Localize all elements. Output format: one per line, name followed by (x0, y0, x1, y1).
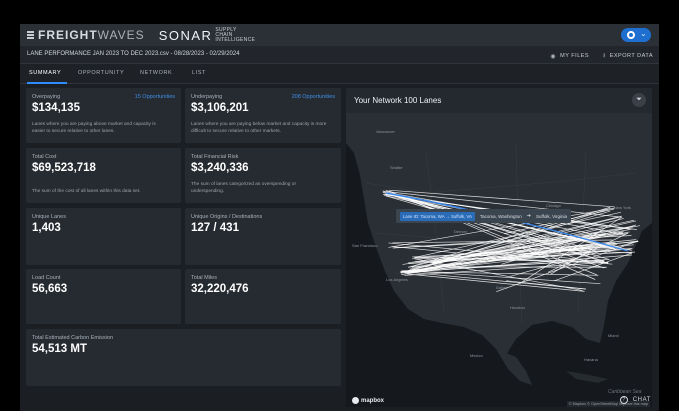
city-label: Chicago (546, 203, 561, 208)
eye-icon: ◉ (550, 53, 557, 60)
tooltip-origin: Tacoma, Washington (479, 213, 522, 219)
tab-network[interactable]: NETWORK (140, 70, 172, 76)
card-label: Underpaying (191, 94, 223, 100)
report-bar: LANE PERFORMANCE JAN 2023 TO DEC 2023.cs… (20, 46, 659, 64)
map-title: Your Network 100 Lanes (354, 96, 442, 105)
card-description: The sum of the cost of all lanes within … (32, 189, 141, 194)
help-icon: ? (619, 396, 628, 404)
card-overpaying[interactable]: Overpaying 15 Opportunities $134,135 Lan… (26, 88, 181, 143)
city-label: Houston (510, 305, 525, 310)
city-label: Vancouver (376, 129, 395, 134)
card-total-cost: Total Cost $69,523,718 The sum of the co… (26, 148, 181, 203)
mapbox-logo[interactable]: mapbox (352, 397, 384, 404)
tab-summary[interactable]: SUMMARY (29, 70, 61, 76)
top-bar: FREIGHTWAVES SONAR SUPPLY CHAIN INTELLIG… (20, 24, 659, 46)
chevron-down-icon: ⌄ (640, 29, 647, 38)
app-window: FREIGHTWAVES SONAR SUPPLY CHAIN INTELLIG… (20, 24, 659, 411)
export-data-label: EXPORT DATA (609, 53, 653, 59)
card-total-miles: Total Miles 32,220,476 (185, 269, 341, 324)
chat-button[interactable]: ? CHAT (619, 396, 651, 404)
card-carbon-emission: Total Estimated Carbon Emission 54,513 M… (26, 329, 341, 386)
card-description: Lanes where you are paying below market … (191, 122, 327, 134)
user-icon (627, 31, 635, 39)
card-value: $134,135 (32, 102, 80, 114)
report-title: LANE PERFORMANCE JAN 2023 TO DEC 2023.cs… (27, 51, 240, 57)
city-label: Mexico (470, 353, 483, 358)
card-value: $69,523,718 (32, 162, 96, 174)
card-label: Total Financial Risk (191, 154, 239, 160)
my-files-button[interactable]: ◉ MY FILES (550, 51, 589, 61)
city-label: Dallas (496, 285, 507, 290)
tab-list[interactable]: LIST (192, 70, 206, 76)
network-map[interactable]: Your Network 100 Lanes ⏷ Vancouver Seatt… (346, 88, 652, 407)
map-canvas[interactable]: Vancouver Seattle San Francisco Los Ange… (346, 113, 652, 407)
card-value: 127 / 431 (191, 222, 239, 234)
active-tab-indicator (27, 82, 67, 84)
card-label: Total Estimated Carbon Emission (32, 335, 114, 341)
overpaying-opportunities-link[interactable]: 15 Opportunities (135, 94, 175, 100)
brand-name: FREIGHTWAVES (38, 28, 145, 42)
filter-icon[interactable]: ⏷ (632, 93, 646, 107)
card-label: Overpaying (32, 94, 61, 100)
lane-tooltip: Lane ID: Tacoma, WA → Suffolk, VA Tacoma… (396, 209, 572, 223)
card-value: $3,106,201 (191, 102, 249, 114)
city-label: Los Angeles (386, 277, 408, 282)
chat-label: CHAT (632, 397, 651, 403)
card-label: Load Count (32, 275, 61, 281)
tab-opportunity[interactable]: OPPORTUNITY (78, 70, 124, 76)
map-header: Your Network 100 Lanes ⏷ (346, 88, 652, 113)
mapbox-logo-icon (352, 397, 359, 404)
card-label: Total Cost (32, 154, 57, 160)
download-icon: ⭳ (603, 53, 606, 59)
card-label: Unique Lanes (32, 214, 66, 220)
city-label: Caribbean Sea (608, 389, 642, 395)
card-label: Total Miles (191, 275, 217, 281)
city-label: Miami (608, 333, 619, 338)
card-value: 32,220,476 (191, 283, 249, 295)
card-value: 1,403 (32, 222, 61, 234)
card-value: 54,513 MT (32, 343, 87, 355)
card-value: 56,663 (32, 283, 68, 295)
city-label: New York (614, 205, 631, 210)
card-underpaying[interactable]: Underpaying 208 Opportunities $3,106,201… (185, 88, 341, 143)
user-menu-button[interactable]: ⌄ (621, 28, 651, 42)
my-files-label: MY FILES (560, 53, 590, 59)
city-label: Seattle (390, 165, 403, 170)
card-label: Unique Origins / Destinations (191, 214, 263, 220)
tab-bar: SUMMARY OPPORTUNITY NETWORK LIST (20, 64, 659, 84)
product-subtitle: SUPPLY CHAIN INTELLIGENCE (215, 26, 256, 43)
freightwaves-mark-icon (27, 30, 34, 40)
report-actions: ◉ MY FILES ⭳ EXPORT DATA (550, 51, 653, 61)
card-unique-origins-destinations: Unique Origins / Destinations 127 / 431 (185, 208, 341, 265)
card-description: The sum of lanes categorized as overspen… (191, 182, 297, 194)
card-load-count: Load Count 56,663 (26, 269, 181, 324)
underpaying-opportunities-link[interactable]: 208 Opportunities (292, 94, 335, 100)
city-label: San Francisco (352, 243, 378, 248)
lane-id-chip: Lane ID: Tacoma, WA → Suffolk, VA (400, 211, 475, 221)
city-label: Havana (584, 357, 599, 362)
card-total-financial-risk: Total Financial Risk $3,240,336 The sum … (185, 148, 341, 203)
card-unique-lanes: Unique Lanes 1,403 (26, 208, 181, 265)
brand-logo[interactable]: FREIGHTWAVES SONAR SUPPLY CHAIN INTELLIG… (27, 26, 256, 43)
arrow-right-icon: ➜ (526, 213, 531, 219)
tooltip-destination: Suffolk, Virginia (535, 213, 568, 219)
card-description: Lanes where you are paying above market … (32, 122, 156, 134)
card-value: $3,240,336 (191, 162, 249, 174)
city-label: Denver (454, 229, 468, 234)
product-name: SONAR (158, 27, 213, 43)
export-data-button[interactable]: ⭳ EXPORT DATA (603, 51, 653, 61)
